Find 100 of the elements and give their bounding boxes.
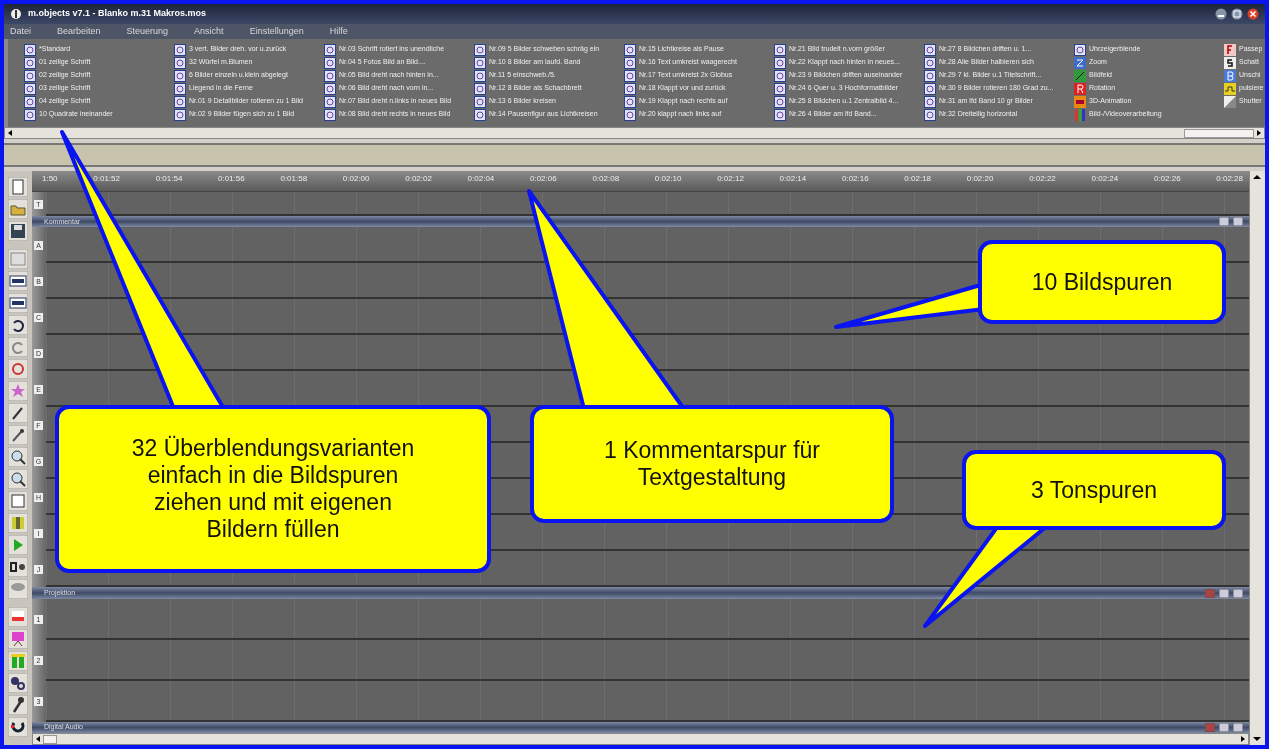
transition-icon: [774, 56, 786, 69]
transition-icon: [324, 95, 336, 108]
callout-text: 1 Kommentarspur für Textgestaltung: [603, 437, 821, 491]
app-logo-icon: [10, 8, 22, 20]
transition-icon: [324, 56, 336, 69]
transition-icon: [774, 69, 786, 82]
transition-icon: [924, 95, 936, 108]
transition-icon: [174, 95, 186, 108]
tile-icon: [1224, 82, 1236, 95]
transition-icon: [474, 56, 486, 69]
time-label: 0:02:20: [966, 173, 994, 185]
time-label: 0:02:00: [342, 173, 370, 185]
menu-item[interactable]: Hilfe: [329, 24, 348, 39]
star-icon[interactable]: [8, 381, 28, 401]
time-label: 0:02:02: [405, 173, 432, 185]
pipette-icon[interactable]: [8, 425, 28, 445]
transition-icon: [924, 69, 936, 82]
time-label: 0:02:16: [841, 173, 869, 185]
disk-icon[interactable]: [8, 221, 28, 241]
transition-icon: [624, 69, 636, 82]
square-icon[interactable]: [8, 491, 28, 511]
time-label: 0:01:54: [155, 173, 183, 185]
time-label: 0:01:58: [280, 173, 308, 185]
transition-icon: [474, 43, 486, 56]
transition-icon: [474, 69, 486, 82]
transition-icon: [624, 82, 636, 95]
diagonal-tile-icon: [1224, 95, 1236, 108]
transition-icon: [24, 108, 36, 121]
menu-item[interactable]: Steuerung: [126, 24, 169, 39]
zoom-out-icon[interactable]: [8, 469, 28, 489]
callout-text: 32 Überblendungsvarianten einfach in die Bildspuren ziehen und mit eigenen Bildern füllen: [130, 435, 416, 543]
transition-icon: [324, 69, 336, 82]
transition-icon: [624, 56, 636, 69]
transition-icon: [324, 43, 336, 56]
transition-icon: [24, 56, 36, 69]
time-label: 0:02:26: [1153, 173, 1181, 185]
transition-icon: [324, 82, 336, 95]
time-label: 0:01:52: [93, 173, 120, 185]
transition-icon: [924, 82, 936, 95]
scrollbar-thumb[interactable]: [43, 734, 57, 744]
window-title: m.objects v7.1 - Blanko m.31 Makros.mos: [28, 7, 208, 21]
menu-item[interactable]: Bearbeiten: [57, 24, 101, 39]
transition-icon: [474, 82, 486, 95]
letter-tile-icon: [1224, 43, 1236, 56]
transition-icon: [624, 43, 636, 56]
time-label: 1:50: [42, 173, 58, 185]
zoom-in-icon[interactable]: [8, 447, 28, 467]
menu-item[interactable]: Datei: [10, 24, 31, 39]
tile-icon: [1074, 69, 1086, 82]
transition-icon: [324, 108, 336, 121]
time-label: 0:02:04: [467, 173, 495, 185]
film-icon[interactable]: [8, 513, 28, 533]
magnet-icon[interactable]: [8, 717, 28, 737]
menu-item[interactable]: Ansicht: [194, 24, 224, 39]
time-label: 0:02:14: [779, 173, 807, 185]
transition-icon: [774, 95, 786, 108]
transition-icon: [174, 69, 186, 82]
letter-tile-icon: [1074, 82, 1086, 95]
transition-icon: [474, 95, 486, 108]
screen-icon[interactable]: [8, 607, 28, 627]
undo-icon[interactable]: [8, 315, 28, 335]
tile-icon: [1074, 95, 1086, 108]
page-icon[interactable]: [8, 177, 28, 197]
transition-icon: [924, 56, 936, 69]
time-label: 0:01:56: [218, 173, 245, 185]
letter-tile-icon: [1224, 56, 1236, 69]
callout-text: 3 Tonspuren: [1030, 476, 1158, 504]
transition-icon: [774, 82, 786, 95]
transition-icon: [174, 43, 186, 56]
scrollbar-thumb[interactable]: [1184, 128, 1254, 138]
transition-icon: [774, 108, 786, 121]
time-label: 0:02:24: [1091, 173, 1119, 185]
transition-icon: [924, 43, 936, 56]
transition-icon: [24, 43, 36, 56]
transition-icon: [24, 82, 36, 95]
menu-item[interactable]: Einstellungen: [249, 24, 304, 39]
callout-text: 10 Bildspuren: [1031, 268, 1173, 296]
time-label: 0:02:10: [654, 173, 682, 185]
time-label: 0:02:12: [717, 173, 744, 185]
time-label: 0:02:06: [530, 173, 557, 185]
maximize-icon[interactable]: [1231, 8, 1243, 20]
transition-icon: [24, 69, 36, 82]
time-label: 0:02:08: [592, 173, 620, 185]
transition-icon: [924, 108, 936, 121]
counter-icon[interactable]: [8, 557, 28, 577]
transition-icon: [1074, 43, 1086, 56]
transition-icon: [474, 108, 486, 121]
transition-icon: [24, 95, 36, 108]
vertical-scrollbar[interactable]: [1249, 171, 1265, 745]
transition-icon: [624, 108, 636, 121]
transition-icon: [774, 43, 786, 56]
transition-icon: [624, 95, 636, 108]
minimize-icon[interactable]: [1215, 8, 1227, 20]
time-label: 0:02:18: [904, 173, 932, 185]
easel-icon[interactable]: [8, 629, 28, 649]
time-label: 0:02:22: [1029, 173, 1056, 185]
transition-icon: [174, 82, 186, 95]
color-bars-icon: [1074, 108, 1086, 121]
time-label: 0:02:28: [1216, 173, 1243, 185]
close-icon[interactable]: [1247, 8, 1259, 20]
